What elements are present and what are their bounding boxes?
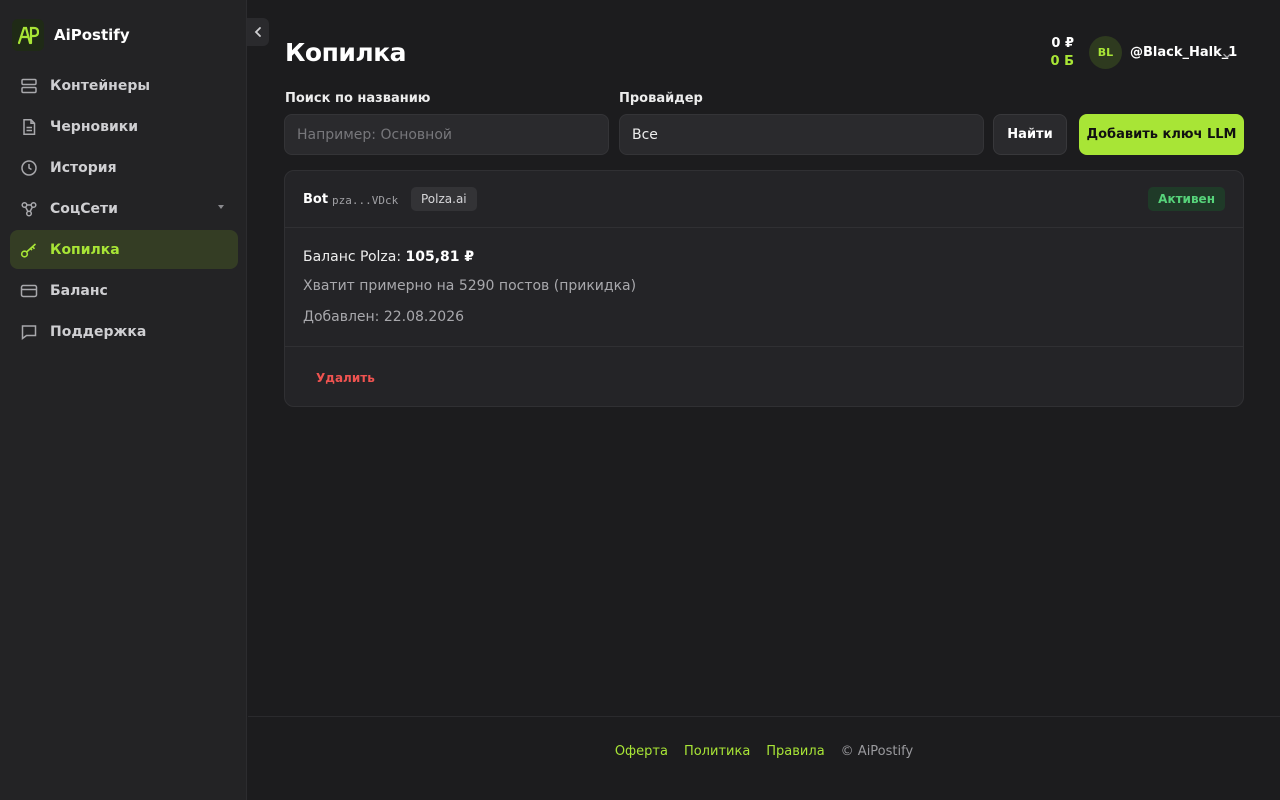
search-label: Поиск по названию [285, 91, 431, 106]
balance-summary[interactable]: 0 ₽ 0 Б [1040, 35, 1074, 71]
document-icon [20, 118, 38, 136]
sidebar-item-containers[interactable]: Контейнеры [10, 66, 238, 105]
balance-b: 0 Б [1050, 54, 1074, 69]
sidebar-item-socials[interactable]: СоцСети [10, 189, 238, 228]
sidebar-item-piggybank[interactable]: Копилка [10, 230, 238, 269]
sidebar-item-balance[interactable]: Баланс [10, 271, 238, 310]
share-nodes-icon [20, 200, 38, 218]
footer-link-rules[interactable]: Правила [766, 744, 824, 759]
status-badge: Активен [1148, 187, 1225, 211]
credit-card-icon [20, 282, 38, 300]
add-llm-key-button[interactable]: Добавить ключ LLM [1079, 114, 1244, 155]
chevron-down-icon[interactable] [1222, 45, 1232, 64]
balance-rub: 0 ₽ [1051, 36, 1074, 51]
sidebar-nav: Контейнеры Черновики История СоцСети Коп… [10, 66, 238, 353]
sidebar-item-label: Копилка [50, 241, 120, 258]
sidebar-item-label: Поддержка [50, 323, 147, 340]
key-balance: Баланс Polza: 105,81 ₽ [303, 249, 474, 265]
app-logo[interactable]: AiPostify [12, 19, 130, 51]
provider-label: Провайдер [619, 91, 703, 106]
sidebar-item-label: Черновики [50, 118, 139, 135]
key-added-date: Добавлен: 22.08.2026 [303, 309, 465, 325]
search-input[interactable] [284, 114, 609, 155]
server-icon [20, 77, 38, 95]
sidebar-item-label: СоцСети [50, 200, 118, 217]
sidebar-item-label: Контейнеры [50, 77, 151, 94]
key-card-header: Bot pza...VDck Polza.ai Активен [285, 171, 1243, 228]
caret-down-icon [218, 205, 224, 209]
logo-icon [12, 19, 44, 51]
key-card-divider [285, 346, 1243, 347]
sidebar-item-drafts[interactable]: Черновики [10, 107, 238, 146]
key-name: Bot [303, 192, 329, 207]
key-icon [20, 241, 38, 259]
key-balance-label: Баланс Polza: [303, 249, 402, 265]
chevron-left-icon [254, 27, 261, 37]
chat-bubble-icon [20, 323, 38, 341]
provider-badge: Polza.ai [411, 187, 477, 211]
key-card: Bot pza...VDck Polza.ai Активен Баланс P… [284, 170, 1244, 407]
delete-key-button[interactable]: Удалить [316, 371, 375, 385]
key-masked-value: pza...VDck [332, 194, 399, 207]
sidebar-collapse-button[interactable] [247, 18, 269, 46]
footer-link-offer[interactable]: Оферта [615, 744, 668, 759]
key-estimate: Хватит примерно на 5290 постов (прикидка… [303, 278, 637, 294]
app-name: AiPostify [54, 26, 130, 44]
avatar[interactable]: BL [1089, 36, 1122, 69]
page-title: Копилка [285, 38, 407, 67]
clock-icon [20, 159, 38, 177]
key-balance-value: 105,81 ₽ [405, 249, 475, 265]
footer-copyright: © AiPostify [840, 744, 914, 759]
provider-select-value: Все [632, 126, 658, 143]
sidebar-item-label: Баланс [50, 282, 108, 299]
sidebar: AiPostify Контейнеры Черновики История С… [0, 0, 247, 800]
provider-select[interactable]: Все [619, 114, 984, 155]
footer: Оферта Политика Правила © AiPostify [248, 716, 1280, 800]
sidebar-item-label: История [50, 159, 117, 176]
sidebar-item-support[interactable]: Поддержка [10, 312, 238, 351]
footer-link-policy[interactable]: Политика [684, 744, 750, 759]
footer-links: Оферта Политика Правила © AiPostify [248, 744, 1280, 759]
find-button[interactable]: Найти [993, 114, 1067, 155]
sidebar-item-history[interactable]: История [10, 148, 238, 187]
